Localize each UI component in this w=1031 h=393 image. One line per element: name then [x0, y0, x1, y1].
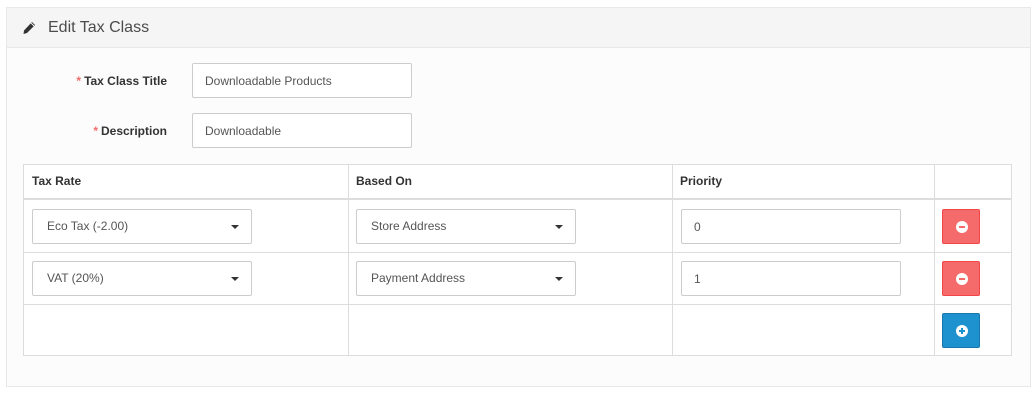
required-marker: * [93, 124, 98, 138]
based-on-value: Store Address [371, 219, 447, 233]
caret-down-icon [555, 277, 563, 281]
tax-rate-value: Eco Tax (-2.00) [47, 219, 129, 233]
caret-down-icon [231, 277, 239, 281]
tax-class-title-input[interactable] [192, 63, 412, 98]
column-header-tax-rate: Tax Rate [24, 165, 348, 200]
description-label-text: Description [100, 124, 167, 138]
priority-input[interactable] [681, 209, 901, 244]
tax-rate-value: VAT (20%) [47, 271, 104, 285]
minus-circle-icon [956, 273, 968, 285]
caret-down-icon [231, 225, 239, 229]
row-divider [24, 252, 1011, 253]
edit-tax-class-panel: Edit Tax Class *Tax Class Title *Descrip… [6, 7, 1031, 387]
pencil-icon [23, 22, 35, 34]
panel-heading: Edit Tax Class [7, 8, 1030, 48]
tax-class-title-label: * Tax Class Title [7, 74, 167, 88]
description-input[interactable] [192, 113, 412, 148]
based-on-select[interactable]: Payment Address [356, 261, 576, 296]
column-header-action [934, 165, 1011, 200]
based-on-select[interactable]: Store Address [356, 209, 576, 244]
column-header-based-on: Based On [348, 165, 672, 200]
description-label: * Description [7, 124, 167, 138]
caret-down-icon [555, 225, 563, 229]
add-rule-button[interactable] [942, 313, 980, 348]
tax-rate-select[interactable]: Eco Tax (-2.00) [32, 209, 252, 244]
panel-title: Edit Tax Class [48, 19, 150, 36]
column-header-priority: Priority [672, 165, 934, 200]
remove-rule-button[interactable] [942, 209, 980, 244]
required-marker: * [76, 74, 82, 88]
tax-rate-select[interactable]: VAT (20%) [32, 261, 252, 296]
based-on-value: Payment Address [371, 271, 466, 285]
plus-circle-icon [956, 325, 968, 337]
tax-class-title-label-text: Tax Class Title [84, 74, 167, 88]
row-divider [24, 304, 1011, 305]
column-divider [934, 165, 935, 355]
column-divider [672, 165, 673, 355]
tax-rules-table: Tax Rate Based On Priority Eco Tax (-2.0… [23, 164, 1012, 356]
remove-rule-button[interactable] [942, 261, 980, 296]
priority-input[interactable] [681, 261, 901, 296]
minus-circle-icon [956, 221, 968, 233]
column-divider [348, 165, 349, 355]
